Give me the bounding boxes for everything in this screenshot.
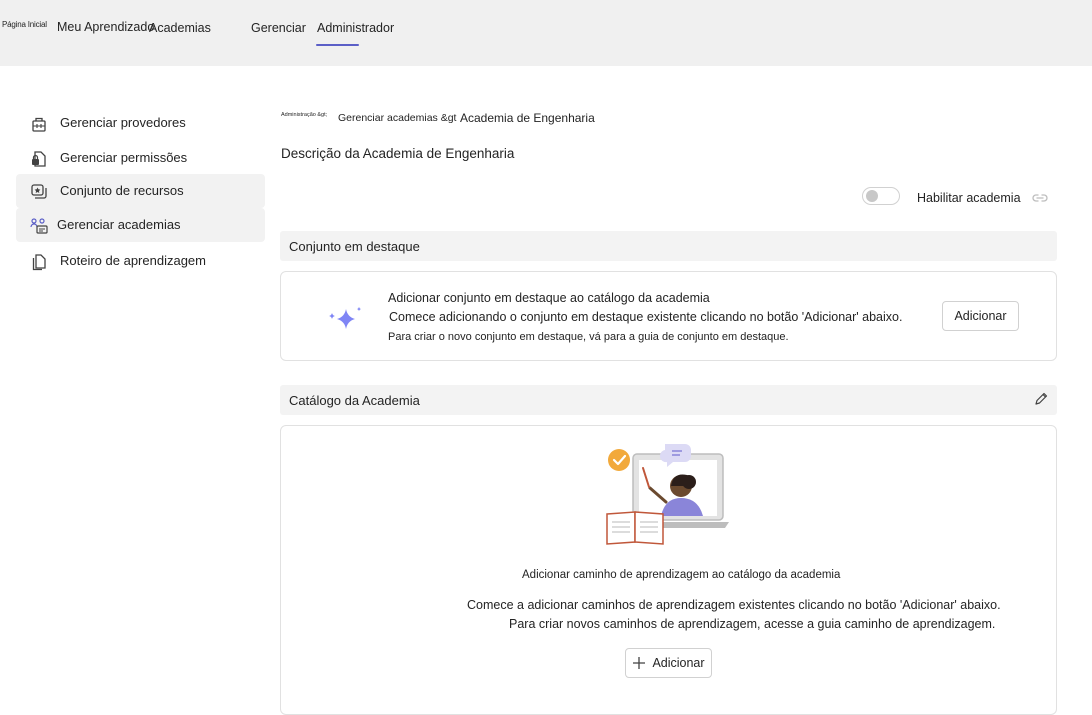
nav-manage[interactable]: Gerenciar	[251, 21, 306, 35]
featured-section-header: Conjunto em destaque	[280, 231, 1057, 261]
teacher-illustration	[606, 444, 729, 545]
sidebar-item-label: Gerenciar permissões	[60, 150, 188, 165]
catalog-card: Adicionar caminho de aprendizagem ao cat…	[280, 425, 1057, 715]
sidebar-item-label: Conjunto de recursos	[60, 183, 184, 198]
featured-card: Adicionar conjunto em destaque ao catálo…	[280, 271, 1057, 361]
add-featured-button-label: Adicionar	[954, 309, 1007, 323]
featured-description: Comece adicionando o conjunto em destaqu…	[389, 310, 903, 324]
enable-academy-label: Habilitar academia	[917, 191, 1021, 205]
add-learning-path-button-label: Adicionar	[652, 656, 705, 670]
active-tab-indicator	[316, 44, 359, 46]
catalog-section-title: Catálogo da Academia	[289, 393, 420, 408]
sidebar-item-label: Gerenciar provedores	[60, 115, 186, 130]
nav-home[interactable]: Página Inicial	[2, 20, 47, 29]
sidebar-item-providers[interactable]: Gerenciar provedores	[16, 106, 265, 140]
document-copy-icon	[32, 254, 46, 271]
sidebar-item-permissions[interactable]: Gerenciar permissões	[16, 141, 265, 175]
breadcrumb-admin[interactable]: Administração &gt;	[281, 112, 327, 118]
plus-icon	[633, 657, 646, 669]
catalog-section-header: Catálogo da Academia	[280, 385, 1057, 415]
link-icon[interactable]	[1031, 190, 1049, 206]
featured-section-title: Conjunto em destaque	[289, 239, 420, 254]
nav-admin[interactable]: Administrador	[317, 21, 394, 35]
sidebar-item-resources[interactable]: Conjunto de recursos	[16, 174, 265, 208]
sparkle-icon	[329, 307, 361, 329]
featured-title: Adicionar conjunto em destaque ao catálo…	[388, 291, 710, 305]
collection-icon	[31, 184, 47, 199]
breadcrumb-manage-academies[interactable]: Gerenciar academias &gt	[338, 112, 456, 124]
top-nav-bar: Página Inicial Meu Aprendizado Academias…	[0, 0, 1092, 66]
page-title: Descrição da Academia de Engenharia	[281, 146, 515, 161]
enable-academy-toggle[interactable]	[862, 187, 900, 205]
add-learning-path-button[interactable]: Adicionar	[625, 648, 712, 678]
catalog-description: Comece a adicionar caminhos de aprendiza…	[467, 598, 1001, 612]
add-featured-button[interactable]: Adicionar	[942, 301, 1019, 331]
people-manage-icon	[30, 218, 48, 234]
sidebar-item-label: Gerenciar academias	[57, 217, 181, 232]
lock-document-icon	[32, 151, 46, 167]
toggle-knob	[866, 190, 878, 202]
catalog-note: Para criar novos caminhos de aprendizage…	[509, 617, 996, 631]
sidebar-item-academies[interactable]: Gerenciar academias	[16, 208, 265, 242]
catalog-title: Adicionar caminho de aprendizagem ao cat…	[522, 569, 841, 581]
breadcrumb-current: Academia de Engenharia	[460, 111, 595, 125]
featured-note: Para criar o novo conjunto em destaque, …	[388, 331, 789, 343]
nav-academies[interactable]: Academias	[149, 21, 211, 35]
edit-pencil-icon[interactable]	[1033, 391, 1049, 407]
sidebar-item-learning-path[interactable]: Roteiro de aprendizagem	[16, 244, 265, 278]
nav-my-learning[interactable]: Meu Aprendizado	[57, 20, 154, 34]
sidebar-item-label: Roteiro de aprendizagem	[60, 253, 206, 268]
providers-icon	[32, 117, 46, 132]
